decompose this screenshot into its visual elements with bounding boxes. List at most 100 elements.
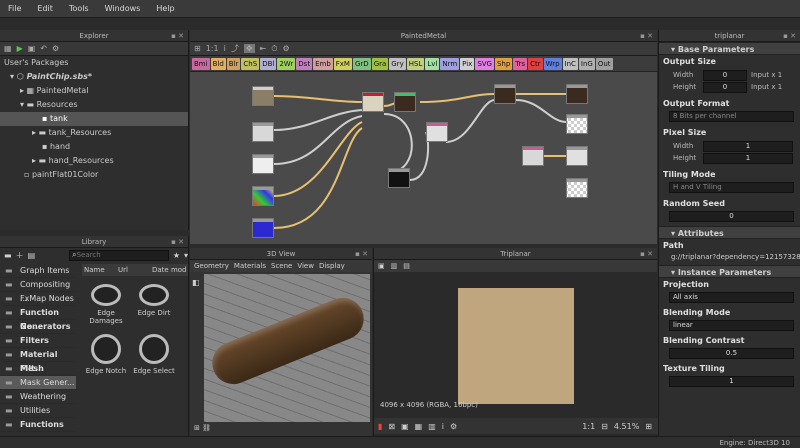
panel-menu-icon[interactable]: ▪ ✕ xyxy=(640,248,653,260)
info-icon[interactable]: ⅰ xyxy=(224,44,226,53)
chevron-down-icon[interactable]: ▾ xyxy=(184,251,188,260)
viewport-3d[interactable] xyxy=(204,274,370,422)
pixel-height-field[interactable]: 1 xyxy=(703,152,793,164)
node-filter-dbl[interactable]: DBl xyxy=(260,57,277,70)
panel-menu-icon[interactable]: ▪ ✕ xyxy=(640,30,653,42)
tree-item-hand[interactable]: ▪ hand xyxy=(0,140,188,154)
library-category[interactable]: ▬ Mask Gener... xyxy=(0,376,76,390)
column-date[interactable]: Date mod xyxy=(152,264,188,276)
zoom-label[interactable]: 1:1 xyxy=(206,44,219,53)
tree-item-resources[interactable]: ▾ ▬ Resources xyxy=(0,98,188,112)
tree-item-tank-resources[interactable]: ▸ ▬ tank_Resources xyxy=(0,126,188,140)
node-filter-lvl[interactable]: Lvl xyxy=(425,57,440,70)
menu-windows[interactable]: Windows xyxy=(97,4,149,13)
column-name[interactable]: Name xyxy=(82,264,118,276)
output-node[interactable] xyxy=(566,178,588,198)
output-node[interactable] xyxy=(566,146,588,166)
node-filter-wrp[interactable]: Wrp xyxy=(543,57,562,70)
node-filter-chs[interactable]: ChS xyxy=(241,57,260,70)
panel-menu-icon[interactable]: ▪ ✕ xyxy=(355,248,368,260)
column-url[interactable]: Url xyxy=(118,264,152,276)
folder-icon[interactable]: ▬ xyxy=(4,251,12,260)
histogram-icon[interactable]: ▥ xyxy=(428,422,436,431)
gear-icon[interactable]: ⚙ xyxy=(52,44,59,53)
thumb-edge-damages[interactable]: Edge Damages xyxy=(84,284,128,325)
zoom-in-icon[interactable]: ⊞ xyxy=(645,422,652,431)
section-attributes[interactable]: ▾ Attributes xyxy=(659,226,800,239)
settings-icon[interactable]: ⚙ xyxy=(450,422,457,431)
play-icon[interactable]: ▶ xyxy=(17,44,23,53)
grid-icon[interactable]: ⊞ xyxy=(194,424,200,432)
menu-geometry[interactable]: Geometry xyxy=(194,262,229,270)
library-category[interactable]: ▬ Material Filt... xyxy=(0,348,76,373)
menu-scene[interactable]: Scene xyxy=(271,262,292,270)
library-category[interactable]: ▬Mesh Adapti... xyxy=(0,362,76,387)
output-node[interactable] xyxy=(566,114,588,134)
node-filter-ing[interactable]: InG xyxy=(578,57,595,70)
cursor-icon[interactable]: ✥ xyxy=(243,44,255,53)
thumb-edge-notch[interactable]: Edge Notch xyxy=(84,334,128,375)
menu-help[interactable]: Help xyxy=(148,4,182,13)
save-icon[interactable]: ▣ xyxy=(28,44,36,53)
tree-item-tank[interactable]: ▪ tank xyxy=(0,112,188,126)
node-filter-bld[interactable]: Bld xyxy=(210,57,226,70)
panel-menu-icon[interactable]: ▪ ✕ xyxy=(783,30,796,42)
output-node[interactable] xyxy=(566,84,588,104)
graph-node[interactable] xyxy=(388,168,410,188)
texture-tiling-slider[interactable]: 1 xyxy=(669,376,794,387)
node-filter-out[interactable]: Out xyxy=(595,57,613,70)
star-icon[interactable]: ★ xyxy=(173,251,180,260)
panel-menu-icon[interactable]: ▪ ✕ xyxy=(171,236,184,248)
node-filter-bmi[interactable]: Bmi xyxy=(192,57,210,70)
new-icon[interactable]: ▦ xyxy=(4,44,12,53)
add-icon[interactable]: ＋ xyxy=(16,250,24,261)
menu-materials[interactable]: Materials xyxy=(234,262,266,270)
timer-icon[interactable]: ⏱ xyxy=(271,44,277,54)
library-category[interactable]: ▬ Compositing ... xyxy=(0,278,76,303)
menu-file[interactable]: File xyxy=(0,4,29,13)
undo-icon[interactable]: ↶ xyxy=(40,44,47,53)
node-filter-gry[interactable]: Gry xyxy=(389,57,406,70)
align-icon[interactable]: ⇤ xyxy=(260,44,267,53)
node-filter-shp[interactable]: Shp xyxy=(494,57,513,70)
graph-node[interactable] xyxy=(252,86,274,106)
info-icon[interactable]: ⅰ xyxy=(442,422,444,431)
tiling-mode-select[interactable]: H and V Tiling xyxy=(669,182,794,193)
save-icon[interactable]: ▥ xyxy=(391,262,398,270)
zoom-out-icon[interactable]: ⊟ xyxy=(601,422,608,431)
menu-display[interactable]: Display xyxy=(319,262,345,270)
node-filter-fxm[interactable]: FxM xyxy=(333,57,352,70)
height-field[interactable]: 0 xyxy=(703,81,747,93)
library-category[interactable]: ▬ Utilities xyxy=(0,404,76,418)
graph-node[interactable] xyxy=(252,122,274,142)
library-category[interactable]: ▬ Filters xyxy=(0,334,76,348)
channels-icon[interactable]: ▮ xyxy=(378,422,382,431)
node-filter-inc[interactable]: InC xyxy=(562,57,578,70)
panel-menu-icon[interactable]: ▪ ✕ xyxy=(171,30,184,42)
grid-icon[interactable]: ▦ xyxy=(415,422,423,431)
filter-icon[interactable]: ▤ xyxy=(28,251,36,260)
link-icon[interactable]: ⤴ xyxy=(231,43,239,54)
search-input[interactable] xyxy=(76,251,137,259)
graph-node[interactable] xyxy=(252,186,274,206)
node-filter-hsl[interactable]: HSL xyxy=(406,57,425,70)
section-base-parameters[interactable]: ▾ Base Parameters xyxy=(659,42,800,55)
section-instance-parameters[interactable]: ▾ Instance Parameters xyxy=(659,265,800,278)
graph-node[interactable] xyxy=(426,122,448,142)
node-filter-2wr[interactable]: 2Wr xyxy=(277,57,296,70)
node-filter-grd[interactable]: GrD xyxy=(352,57,371,70)
tree-package[interactable]: ▾ ⬡ PaintChip.sbs* xyxy=(0,70,188,84)
random-seed-field[interactable]: 0 xyxy=(669,211,794,222)
thumb-edge-select[interactable]: Edge Select xyxy=(132,334,176,375)
node-filter-emb[interactable]: Emb xyxy=(313,57,333,70)
gear-icon[interactable]: ⚙ xyxy=(282,44,289,53)
output-format-select[interactable]: 8 Bits per channel xyxy=(669,111,794,122)
menu-view[interactable]: View xyxy=(297,262,314,270)
graph-node[interactable] xyxy=(252,218,274,238)
tree-item-hand-resources[interactable]: ▸ ▬ hand_Resources xyxy=(0,154,188,168)
library-category[interactable]: ▬ Functions xyxy=(0,418,76,432)
checker-icon[interactable]: ⊠ xyxy=(388,422,395,431)
ratio-label[interactable]: 1:1 xyxy=(582,422,595,431)
library-category[interactable]: ▬ Generators xyxy=(0,320,76,334)
tree-item-paintedmetal[interactable]: ▸ ▦ PaintedMetal xyxy=(0,84,188,98)
